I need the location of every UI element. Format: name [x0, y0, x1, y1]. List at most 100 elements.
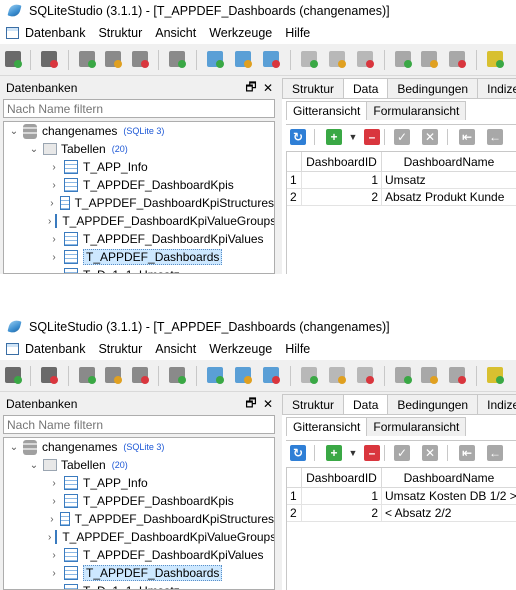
- tree-item-database[interactable]: ⌄ changenames (SQLite 3): [4, 438, 274, 456]
- cell-dashboardname[interactable]: < Absatz 2/2: [382, 505, 516, 522]
- menu-item-hilfe[interactable]: Hilfe: [285, 342, 310, 356]
- edit-trigger-icon[interactable]: [420, 366, 438, 384]
- tab-formularansicht[interactable]: Formularansicht: [366, 101, 467, 120]
- menu-item-ansicht[interactable]: Ansicht: [155, 342, 196, 356]
- dropdown-arrow-icon[interactable]: ▼: [345, 445, 361, 461]
- tree-item-table[interactable]: › T_APPDEF_Dashboards: [4, 564, 274, 582]
- previous-page-icon[interactable]: ←: [487, 129, 503, 145]
- edit-table-icon[interactable]: [234, 50, 252, 68]
- previous-page-icon[interactable]: ←: [487, 445, 503, 461]
- chevron-right-icon[interactable]: ›: [48, 180, 60, 191]
- create-trigger-icon[interactable]: [394, 50, 412, 68]
- delete-table-icon[interactable]: [262, 50, 280, 68]
- column-header-dashboardname[interactable]: DashboardName: [382, 152, 516, 172]
- tree-item-table[interactable]: › T_APPDEF_DashboardKpiValues: [4, 546, 274, 564]
- corner-header[interactable]: [287, 152, 302, 172]
- tab-gitteransicht[interactable]: Gitteransicht: [286, 101, 368, 120]
- tab-indize[interactable]: Indize: [477, 394, 516, 414]
- edit-table-icon[interactable]: [234, 366, 252, 384]
- menu-item-struktur[interactable]: Struktur: [98, 342, 142, 356]
- first-page-icon[interactable]: ⇤: [459, 445, 475, 461]
- cell-dashboardid[interactable]: 1: [302, 488, 382, 505]
- cell-dashboardid[interactable]: 1: [302, 172, 382, 189]
- tab-struktur[interactable]: Struktur: [282, 394, 345, 414]
- cell-dashboardid[interactable]: 2: [302, 189, 382, 206]
- tree-item-table[interactable]: › T_APPDEF_DashboardKpiStructures: [4, 194, 274, 212]
- window-menu-icon[interactable]: [6, 27, 19, 39]
- tree-item-tables[interactable]: ⌄ Tabellen (20): [4, 140, 274, 158]
- delete-trigger-icon[interactable]: [448, 366, 466, 384]
- filter-input[interactable]: [3, 415, 275, 434]
- row-number[interactable]: 2: [287, 189, 302, 206]
- menu-item-hilfe[interactable]: Hilfe: [285, 26, 310, 40]
- menu-item-datenbank[interactable]: Datenbank: [25, 342, 85, 356]
- delete-trigger-icon[interactable]: [448, 50, 466, 68]
- add-row-icon[interactable]: +: [326, 129, 342, 145]
- menu-item-werkzeuge[interactable]: Werkzeuge: [209, 342, 272, 356]
- row-number[interactable]: 1: [287, 172, 302, 189]
- refresh-database-icon[interactable]: [168, 50, 186, 68]
- window-menu-icon[interactable]: [6, 343, 19, 355]
- chevron-right-icon[interactable]: ›: [48, 514, 56, 525]
- dropdown-arrow-icon[interactable]: ▼: [345, 129, 361, 145]
- filter-input[interactable]: [3, 99, 275, 118]
- create-trigger-icon[interactable]: [394, 366, 412, 384]
- chevron-right-icon[interactable]: ›: [48, 234, 60, 245]
- edit-index-icon[interactable]: [328, 366, 346, 384]
- menu-item-datenbank[interactable]: Datenbank: [25, 26, 85, 40]
- first-page-icon[interactable]: ⇤: [459, 129, 475, 145]
- delete-row-icon[interactable]: –: [364, 129, 380, 145]
- tree-item-table[interactable]: › T_APPDEF_DashboardKpiValueGroups: [4, 212, 274, 230]
- chevron-right-icon[interactable]: ›: [48, 568, 60, 579]
- remove-database-icon[interactable]: [131, 50, 149, 68]
- menu-item-struktur[interactable]: Struktur: [98, 26, 142, 40]
- tree-item-table[interactable]: › T_APP_Info: [4, 474, 274, 492]
- remove-database-icon[interactable]: [131, 366, 149, 384]
- refresh-icon[interactable]: ↻: [290, 445, 306, 461]
- chevron-right-icon[interactable]: ›: [48, 586, 60, 590]
- disconnect-icon[interactable]: [40, 366, 58, 384]
- chevron-right-icon[interactable]: ›: [48, 216, 51, 227]
- corner-header[interactable]: [287, 468, 302, 488]
- chevron-right-icon[interactable]: ›: [48, 496, 60, 507]
- float-panel-icon[interactable]: 🗗: [244, 78, 258, 99]
- menu-item-werkzeuge[interactable]: Werkzeuge: [209, 26, 272, 40]
- tree-item-table[interactable]: › T_APPDEF_Dashboards: [4, 248, 274, 266]
- create-table-icon[interactable]: [206, 366, 224, 384]
- edit-index-icon[interactable]: [328, 50, 346, 68]
- chevron-right-icon[interactable]: ›: [48, 550, 60, 561]
- tab-data[interactable]: Data: [343, 394, 389, 415]
- chevron-down-icon[interactable]: ⌄: [28, 144, 40, 155]
- create-index-icon[interactable]: [300, 50, 318, 68]
- commit-icon[interactable]: ✓: [394, 445, 410, 461]
- chevron-down-icon[interactable]: ⌄: [28, 460, 40, 471]
- rollback-icon[interactable]: ✕: [422, 129, 438, 145]
- tree-item-table[interactable]: › T_APP_Info: [4, 158, 274, 176]
- chevron-right-icon[interactable]: ›: [48, 478, 60, 489]
- float-panel-icon[interactable]: 🗗: [244, 394, 258, 415]
- disconnect-icon[interactable]: [40, 50, 58, 68]
- tree-item-table[interactable]: › T_APPDEF_DashboardKpiValueGroups: [4, 528, 274, 546]
- chevron-down-icon[interactable]: ⌄: [8, 126, 20, 137]
- column-header-dashboardid[interactable]: DashboardID: [302, 468, 382, 488]
- create-table-icon[interactable]: [206, 50, 224, 68]
- tree-item-tables[interactable]: ⌄ Tabellen (20): [4, 456, 274, 474]
- cell-dashboardname[interactable]: Absatz Produkt Kunde: [382, 189, 516, 206]
- tab-bedingungen[interactable]: Bedingungen: [387, 78, 479, 98]
- tree-item-table[interactable]: › T_D_1_1_Umsatz: [4, 582, 274, 590]
- menu-item-ansicht[interactable]: Ansicht: [155, 26, 196, 40]
- tree-item-table[interactable]: › T_APPDEF_DashboardKpiStructures: [4, 510, 274, 528]
- tab-formularansicht[interactable]: Formularansicht: [366, 417, 467, 436]
- create-view-icon[interactable]: [486, 366, 504, 384]
- add-database-icon[interactable]: [78, 366, 96, 384]
- delete-index-icon[interactable]: [356, 50, 374, 68]
- edit-database-icon[interactable]: [104, 366, 122, 384]
- tree-item-table[interactable]: › T_APPDEF_DashboardKpis: [4, 176, 274, 194]
- add-database-icon[interactable]: [78, 50, 96, 68]
- column-header-dashboardid[interactable]: DashboardID: [302, 152, 382, 172]
- close-panel-icon[interactable]: ✕: [261, 397, 275, 411]
- cell-dashboardid[interactable]: 2: [302, 505, 382, 522]
- row-number[interactable]: 2: [287, 505, 302, 522]
- tab-gitteransicht[interactable]: Gitteransicht: [286, 417, 368, 436]
- delete-table-icon[interactable]: [262, 366, 280, 384]
